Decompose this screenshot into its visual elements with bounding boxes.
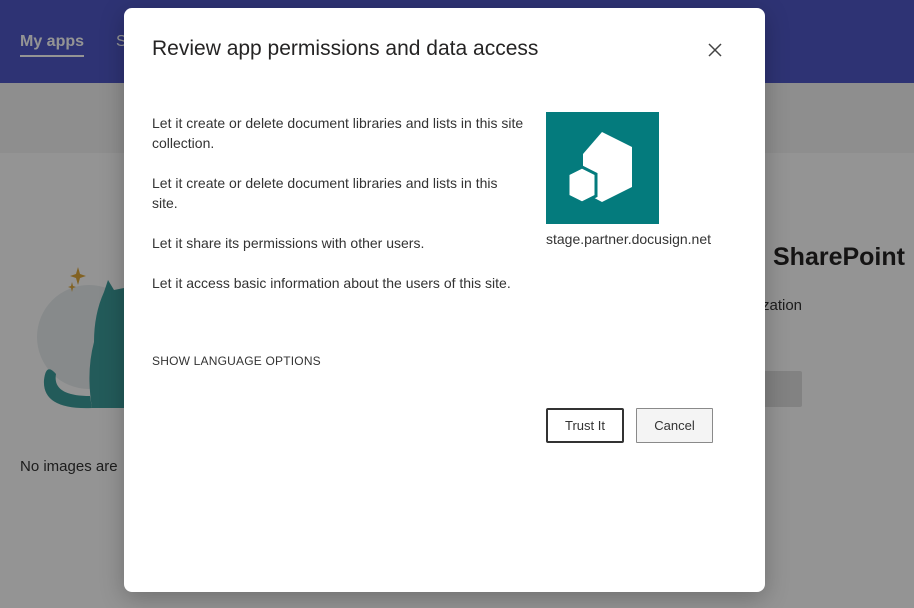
app-logo xyxy=(546,112,659,224)
trust-it-button[interactable]: Trust It xyxy=(546,408,624,443)
permission-item: Let it access basic information about th… xyxy=(152,275,511,291)
show-language-options-link[interactable]: SHOW LANGUAGE OPTIONS xyxy=(152,354,321,368)
permission-item: Let it share its permissions with other … xyxy=(152,235,425,251)
hexagon-logo-icon xyxy=(566,132,632,205)
permissions-dialog: Review app permissions and data access L… xyxy=(124,8,765,592)
permission-item: Let it create or delete document librari… xyxy=(152,115,524,151)
close-icon xyxy=(708,43,722,57)
permission-list: Let it create or delete document librari… xyxy=(152,113,524,313)
close-button[interactable] xyxy=(702,38,728,62)
cancel-button[interactable]: Cancel xyxy=(636,408,713,443)
permission-item: Let it create or delete document librari… xyxy=(152,175,498,211)
dialog-title: Review app permissions and data access xyxy=(152,37,539,60)
app-domain: stage.partner.docusign.net xyxy=(546,231,712,247)
